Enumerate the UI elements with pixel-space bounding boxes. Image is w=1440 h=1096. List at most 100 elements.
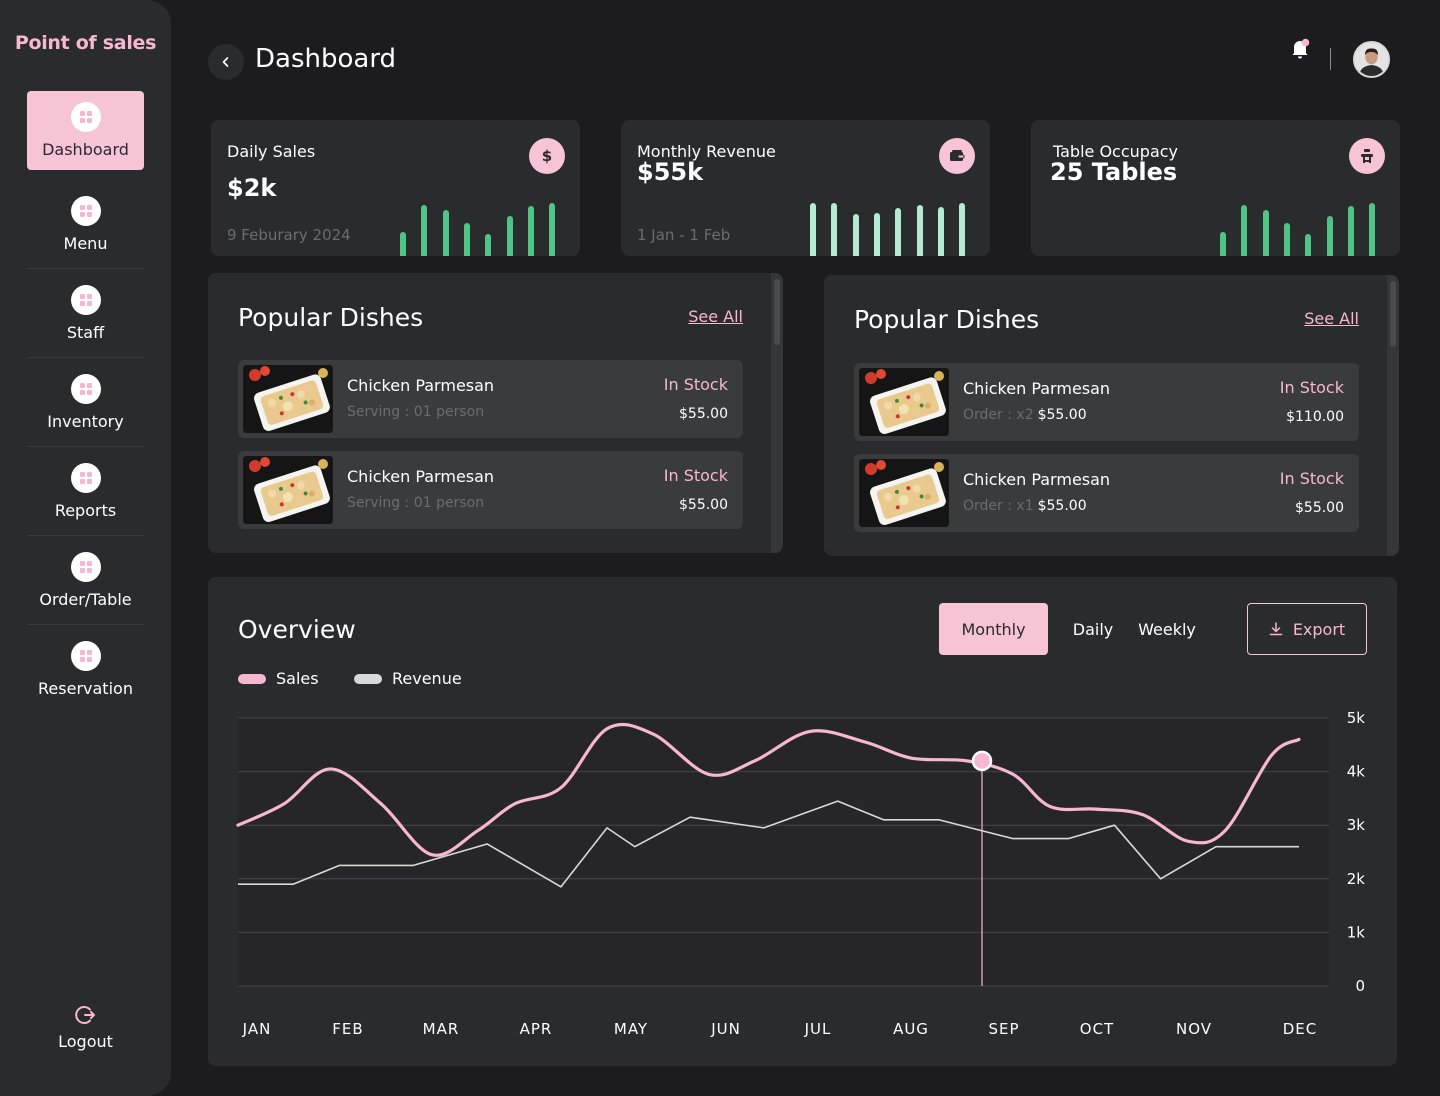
kpi-bar	[506, 215, 513, 256]
scrollbar-track	[771, 273, 783, 553]
back-button[interactable]	[208, 44, 244, 80]
dish-order-price: $55.00	[1037, 498, 1087, 514]
brand-title: Point of sales	[14, 32, 157, 54]
dish-name: Chicken Parmesan	[963, 379, 1111, 398]
kpi-title: Daily Sales	[227, 142, 316, 161]
grid-icon	[70, 462, 101, 493]
kpi-bar	[1326, 215, 1333, 256]
dish-serving: Serving : 01 person	[347, 404, 485, 420]
grid-icon	[70, 102, 101, 132]
sidebar-item-reservation[interactable]: Reservation	[27, 625, 144, 714]
kpi-card-monthly-revenue: Monthly Revenue $55k 1 Jan - 1 Feb	[621, 120, 990, 256]
kpi-date: 1 Jan - 1 Feb	[637, 226, 731, 244]
dish-row[interactable]: Chicken Parmesan Order : x1 $55.00 In Sto…	[854, 454, 1359, 532]
stock-status: In Stock	[1279, 469, 1344, 488]
dish-subtext: Order : x1 $55.00	[963, 498, 1087, 514]
dish-order: Order : x1	[963, 498, 1034, 514]
see-all-link[interactable]: See All	[1304, 309, 1359, 328]
stock-status: In Stock	[1279, 378, 1344, 397]
wallet-icon	[939, 138, 975, 174]
sidebar-item-dashboard[interactable]: Dashboard	[27, 91, 144, 170]
kpi-value: 25 Tables	[1050, 158, 1178, 186]
dish-image	[859, 368, 949, 436]
kpi-bars	[396, 196, 566, 256]
sidebar-item-label: Menu	[63, 233, 108, 253]
kpi-bar	[873, 212, 880, 256]
kpi-bar	[421, 204, 428, 256]
dish-price: $55.00	[1295, 500, 1344, 516]
dish-name: Chicken Parmesan	[347, 376, 495, 395]
kpi-bar	[1262, 210, 1269, 256]
chevron-left-icon	[222, 57, 229, 67]
sidebar-item-menu[interactable]: Menu	[27, 180, 144, 269]
table-icon	[1349, 138, 1385, 174]
kpi-value: $55k	[637, 158, 704, 186]
kpi-bars	[1216, 196, 1386, 256]
sidebar-item-inventory[interactable]: Inventory	[27, 358, 144, 447]
kpi-bar	[937, 207, 944, 256]
sidebar-item-reports[interactable]: Reports	[27, 447, 144, 536]
kpi-bar	[442, 210, 449, 256]
y-tick-label: 1k	[1347, 923, 1366, 941]
grid-icon	[70, 284, 101, 315]
scrollbar-thumb[interactable]	[774, 279, 780, 345]
kpi-bar	[1283, 222, 1290, 256]
avatar[interactable]	[1353, 41, 1390, 78]
kpi-bar	[549, 203, 556, 256]
user-avatar-icon	[1355, 43, 1388, 76]
dish-price: $55.00	[679, 406, 728, 422]
dish-row[interactable]: Chicken Parmesan Serving : 01 person In …	[238, 360, 743, 438]
sidebar-item-order-table[interactable]: Order/Table	[27, 536, 144, 625]
y-tick-label: 0	[1355, 977, 1365, 995]
panel-title: Popular Dishes	[238, 303, 424, 332]
kpi-bar	[831, 203, 838, 256]
dish-serving: Serving : 01 person	[347, 495, 485, 511]
y-tick-label: 5k	[1347, 709, 1366, 727]
sidebar-item-staff[interactable]: Staff	[27, 269, 144, 358]
x-tick-label: OCT	[1080, 1020, 1114, 1038]
sidebar-nav: Dashboard Menu Staff Inventory Reports O…	[27, 91, 144, 714]
dish-order-price: $55.00	[1037, 407, 1087, 423]
x-tick-label: JAN	[242, 1020, 272, 1038]
x-tick-label: DEC	[1283, 1020, 1318, 1038]
panel-title: Popular Dishes	[854, 305, 1040, 334]
kpi-bar	[1305, 234, 1312, 256]
kpi-bars	[806, 196, 976, 256]
x-tick-label: SEP	[988, 1020, 1019, 1038]
dish-subtext: Serving : 01 person	[347, 495, 484, 511]
kpi-bar	[1369, 203, 1376, 256]
kpi-bar	[895, 208, 902, 256]
kpi-card-daily-sales: Daily Sales $2k 9 Feburary 2024 $	[211, 120, 580, 256]
pasta-dish-icon	[243, 365, 333, 433]
dish-price: $110.00	[1286, 409, 1344, 425]
x-tick-label: APR	[520, 1020, 553, 1038]
bell-icon[interactable]	[1290, 38, 1310, 60]
kpi-bar	[959, 203, 966, 256]
kpi-bar	[463, 222, 470, 256]
grid-icon	[70, 641, 101, 671]
kpi-bar	[916, 204, 923, 256]
see-all-link[interactable]: See All	[688, 307, 743, 326]
logout-button[interactable]: Logout	[0, 1004, 171, 1051]
dish-row[interactable]: Chicken Parmesan Order : x2 $55.00 In Sto…	[854, 363, 1359, 441]
popular-dishes-panel-right: Popular Dishes See All Chicken Parmesan …	[824, 275, 1399, 556]
x-tick-label: FEB	[332, 1020, 363, 1038]
popular-dishes-panel-left: Popular Dishes See All Chicken Parmesan …	[208, 273, 783, 553]
kpi-bar	[1241, 204, 1248, 256]
kpi-card-table-occupancy: Table Occupacy 25 Tables	[1031, 120, 1400, 256]
dish-row[interactable]: Chicken Parmesan Serving : 01 person In …	[238, 451, 743, 529]
kpi-bar	[810, 203, 816, 256]
stock-status: In Stock	[663, 466, 728, 485]
sidebar-item-label: Dashboard	[42, 140, 129, 159]
header-divider	[1330, 48, 1331, 70]
sidebar: Point of sales Dashboard Menu Staff Inve…	[0, 0, 171, 1096]
x-tick-label: AUG	[893, 1020, 929, 1038]
stock-status: In Stock	[663, 375, 728, 394]
pasta-dish-icon	[859, 368, 949, 436]
grid-icon	[70, 373, 101, 404]
scrollbar-thumb[interactable]	[1390, 281, 1396, 347]
logout-icon	[74, 1006, 95, 1024]
kpi-value: $2k	[227, 174, 277, 202]
dish-subtext: Order : x2 $55.00	[963, 407, 1087, 423]
x-tick-label: NOV	[1176, 1020, 1212, 1038]
